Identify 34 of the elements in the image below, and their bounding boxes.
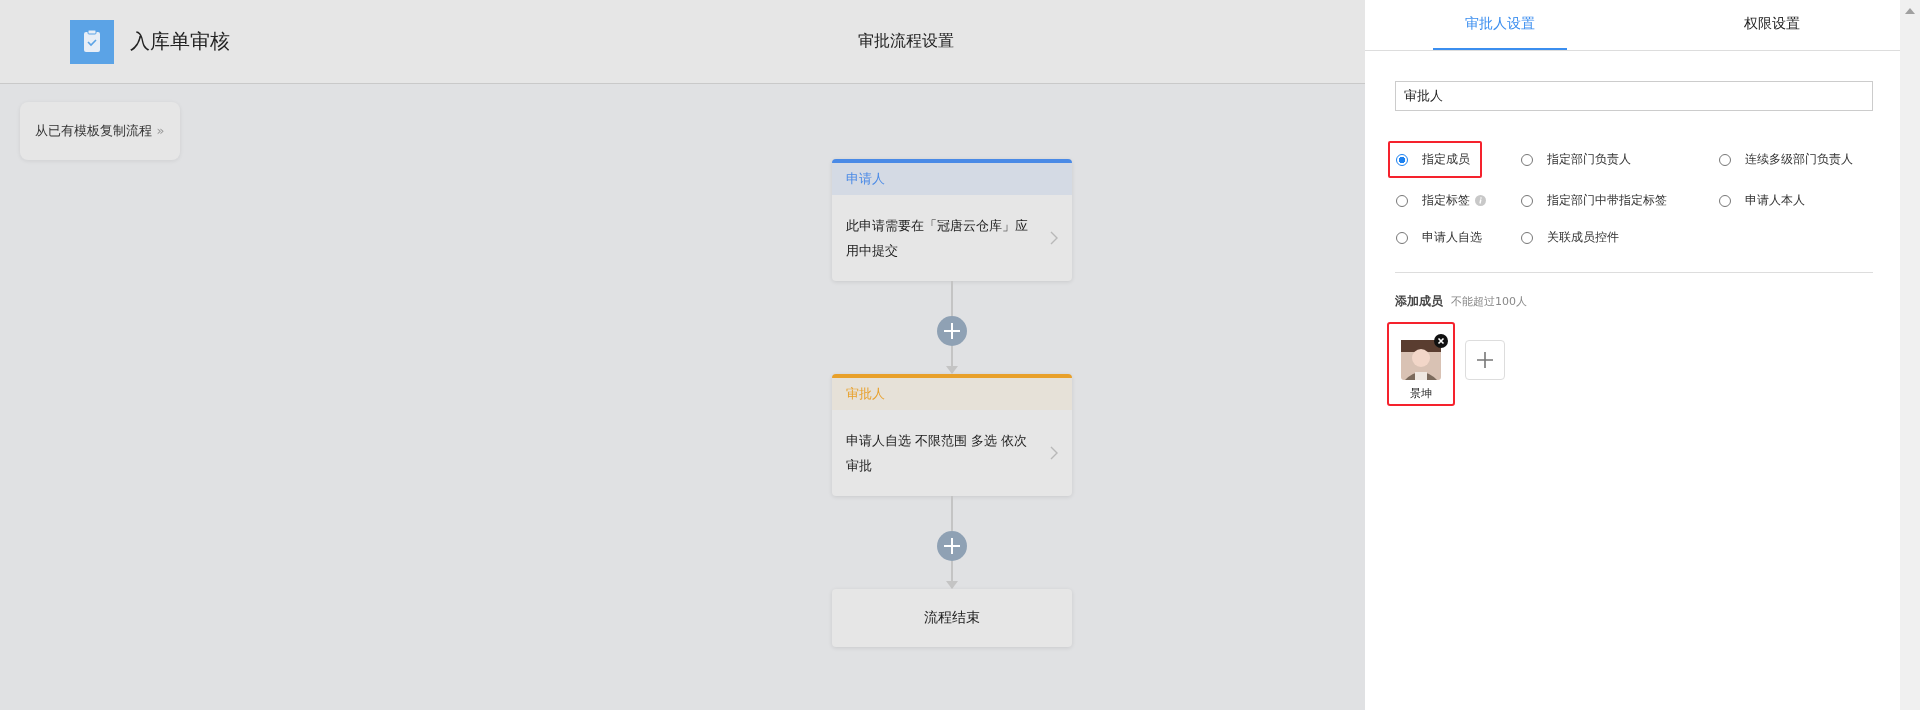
radio-option[interactable]: 指定成员 — [1396, 151, 1470, 168]
scrollbar[interactable] — [1900, 0, 1920, 710]
flow-node[interactable]: 申请人 此申请需要在「冠唐云仓库」应用中提交 — [832, 159, 1072, 281]
info-icon — [1475, 195, 1486, 206]
node-title: 申请人 — [846, 170, 885, 188]
tab[interactable]: 权限设置 — [1705, 0, 1839, 50]
clipboard-icon — [70, 19, 114, 64]
flow-node[interactable]: 审批人 申请人自选 不限范围 多选 依次审批 — [832, 374, 1072, 496]
scroll-up-icon[interactable] — [1905, 8, 1915, 14]
plus-icon — [1476, 351, 1494, 369]
chevron-right-icon — [1050, 231, 1058, 245]
node-description: 申请人自选 不限范围 多选 依次审批 — [846, 432, 1029, 475]
end-node: 流程结束 — [832, 589, 1072, 647]
radio-option[interactable]: 关联成员控件 — [1521, 229, 1619, 246]
node-title: 审批人 — [846, 385, 885, 403]
radio-option[interactable]: 指定部门中带指定标签 — [1521, 192, 1667, 209]
member-card[interactable]: 景坤 — [1387, 322, 1455, 406]
chevron-right-icon — [1050, 446, 1058, 460]
add-node-button[interactable] — [937, 531, 967, 561]
node-description: 此申请需要在「冠唐云仓库」应用中提交 — [846, 217, 1029, 260]
section-hint: 不能超过100人 — [1451, 294, 1527, 309]
add-node-button[interactable] — [937, 316, 967, 346]
radio-option[interactable]: 指定标签 — [1396, 192, 1470, 209]
page-title: 审批流程设置 — [858, 31, 954, 52]
radio-option[interactable]: 连续多级部门负责人 — [1719, 151, 1853, 168]
section-title: 添加成员 — [1395, 293, 1443, 310]
radio-option[interactable]: 申请人本人 — [1719, 192, 1805, 209]
radio-option[interactable]: 申请人自选 — [1396, 229, 1482, 246]
radio-option[interactable]: 指定部门负责人 — [1521, 151, 1631, 168]
remove-icon[interactable] — [1434, 334, 1448, 348]
approver-name-field[interactable]: 审批人 — [1395, 81, 1873, 111]
app-title: 入库单审核 — [130, 28, 230, 55]
add-member-button[interactable] — [1465, 340, 1505, 380]
copy-template-button[interactable]: 从已有模板复制流程 » — [20, 102, 180, 160]
